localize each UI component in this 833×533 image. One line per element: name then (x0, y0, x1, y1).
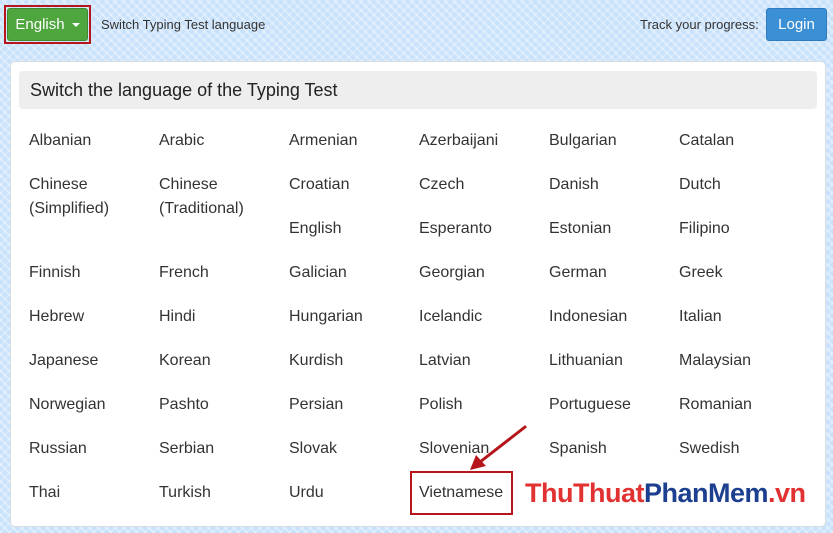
language-link-hindi[interactable]: Hindi (159, 305, 287, 329)
login-button[interactable]: Login (766, 8, 827, 41)
language-link-korean[interactable]: Korean (159, 349, 287, 373)
panel-title: Switch the language of the Typing Test (19, 71, 817, 109)
language-link-portuguese[interactable]: Portuguese (549, 393, 677, 417)
language-link-lithuanian[interactable]: Lithuanian (549, 349, 677, 373)
language-link-english[interactable]: English (289, 217, 417, 241)
language-link-indonesian[interactable]: Indonesian (549, 305, 677, 329)
language-link-turkish[interactable]: Turkish (159, 481, 287, 505)
language-link-slovak[interactable]: Slovak (289, 437, 417, 461)
language-link-armenian[interactable]: Armenian (289, 129, 417, 153)
watermark-logo: ThuThuatPhanMem.vn (525, 478, 806, 509)
language-link-chinese-simplified[interactable]: Chinese (Simplified) (29, 173, 157, 221)
language-link-persian[interactable]: Persian (289, 393, 417, 417)
vietnamese-highlight-box (410, 471, 513, 515)
language-link-albanian[interactable]: Albanian (29, 129, 157, 153)
language-link-malaysian[interactable]: Malaysian (679, 349, 807, 373)
watermark-part1: ThuThuat (525, 478, 644, 508)
language-link-galician[interactable]: Galician (289, 261, 417, 285)
language-link-swedish[interactable]: Swedish (679, 437, 807, 461)
language-link-bulgarian[interactable]: Bulgarian (549, 129, 677, 153)
language-link-chinese-traditional[interactable]: Chinese (Traditional) (159, 173, 287, 221)
arrow-icon (470, 425, 527, 470)
language-link-urdu[interactable]: Urdu (289, 481, 417, 505)
language-link-serbian[interactable]: Serbian (159, 437, 287, 461)
language-link-pashto[interactable]: Pashto (159, 393, 287, 417)
language-link-catalan[interactable]: Catalan (679, 129, 807, 153)
language-link-icelandic[interactable]: Icelandic (419, 305, 547, 329)
language-link-spanish[interactable]: Spanish (549, 437, 677, 461)
top-bar: English Switch Typing Test language Trac… (0, 0, 833, 50)
language-link-estonian[interactable]: Estonian (549, 217, 677, 241)
language-link-norwegian[interactable]: Norwegian (29, 393, 157, 417)
language-button-label: English (15, 16, 65, 33)
language-link-filipino[interactable]: Filipino (679, 217, 807, 241)
language-dropdown-button[interactable]: English (7, 8, 88, 41)
language-link-russian[interactable]: Russian (29, 437, 157, 461)
watermark-part2: PhanMem (643, 478, 769, 508)
language-link-kurdish[interactable]: Kurdish (289, 349, 417, 373)
language-link-esperanto[interactable]: Esperanto (419, 217, 547, 241)
language-link-georgian[interactable]: Georgian (419, 261, 547, 285)
language-link-japanese[interactable]: Japanese (29, 349, 157, 373)
language-link-french[interactable]: French (159, 261, 287, 285)
language-link-hebrew[interactable]: Hebrew (29, 305, 157, 329)
language-link-hungarian[interactable]: Hungarian (289, 305, 417, 329)
language-link-danish[interactable]: Danish (549, 173, 677, 197)
language-link-romanian[interactable]: Romanian (679, 393, 807, 417)
language-link-thai[interactable]: Thai (29, 481, 157, 505)
track-progress-text: Track your progress: (640, 17, 759, 32)
language-link-dutch[interactable]: Dutch (679, 173, 807, 197)
language-link-azerbaijani[interactable]: Azerbaijani (419, 129, 547, 153)
language-link-german[interactable]: German (549, 261, 677, 285)
language-link-finnish[interactable]: Finnish (29, 261, 157, 285)
language-link-croatian[interactable]: Croatian (289, 173, 417, 197)
watermark-part3: .vn (768, 478, 806, 508)
caret-down-icon (71, 22, 80, 27)
language-link-greek[interactable]: Greek (679, 261, 807, 285)
switch-language-text: Switch Typing Test language (101, 17, 266, 32)
language-link-latvian[interactable]: Latvian (419, 349, 547, 373)
language-link-italian[interactable]: Italian (679, 305, 807, 329)
language-link-czech[interactable]: Czech (419, 173, 547, 197)
language-link-arabic[interactable]: Arabic (159, 129, 287, 153)
language-link-polish[interactable]: Polish (419, 393, 547, 417)
